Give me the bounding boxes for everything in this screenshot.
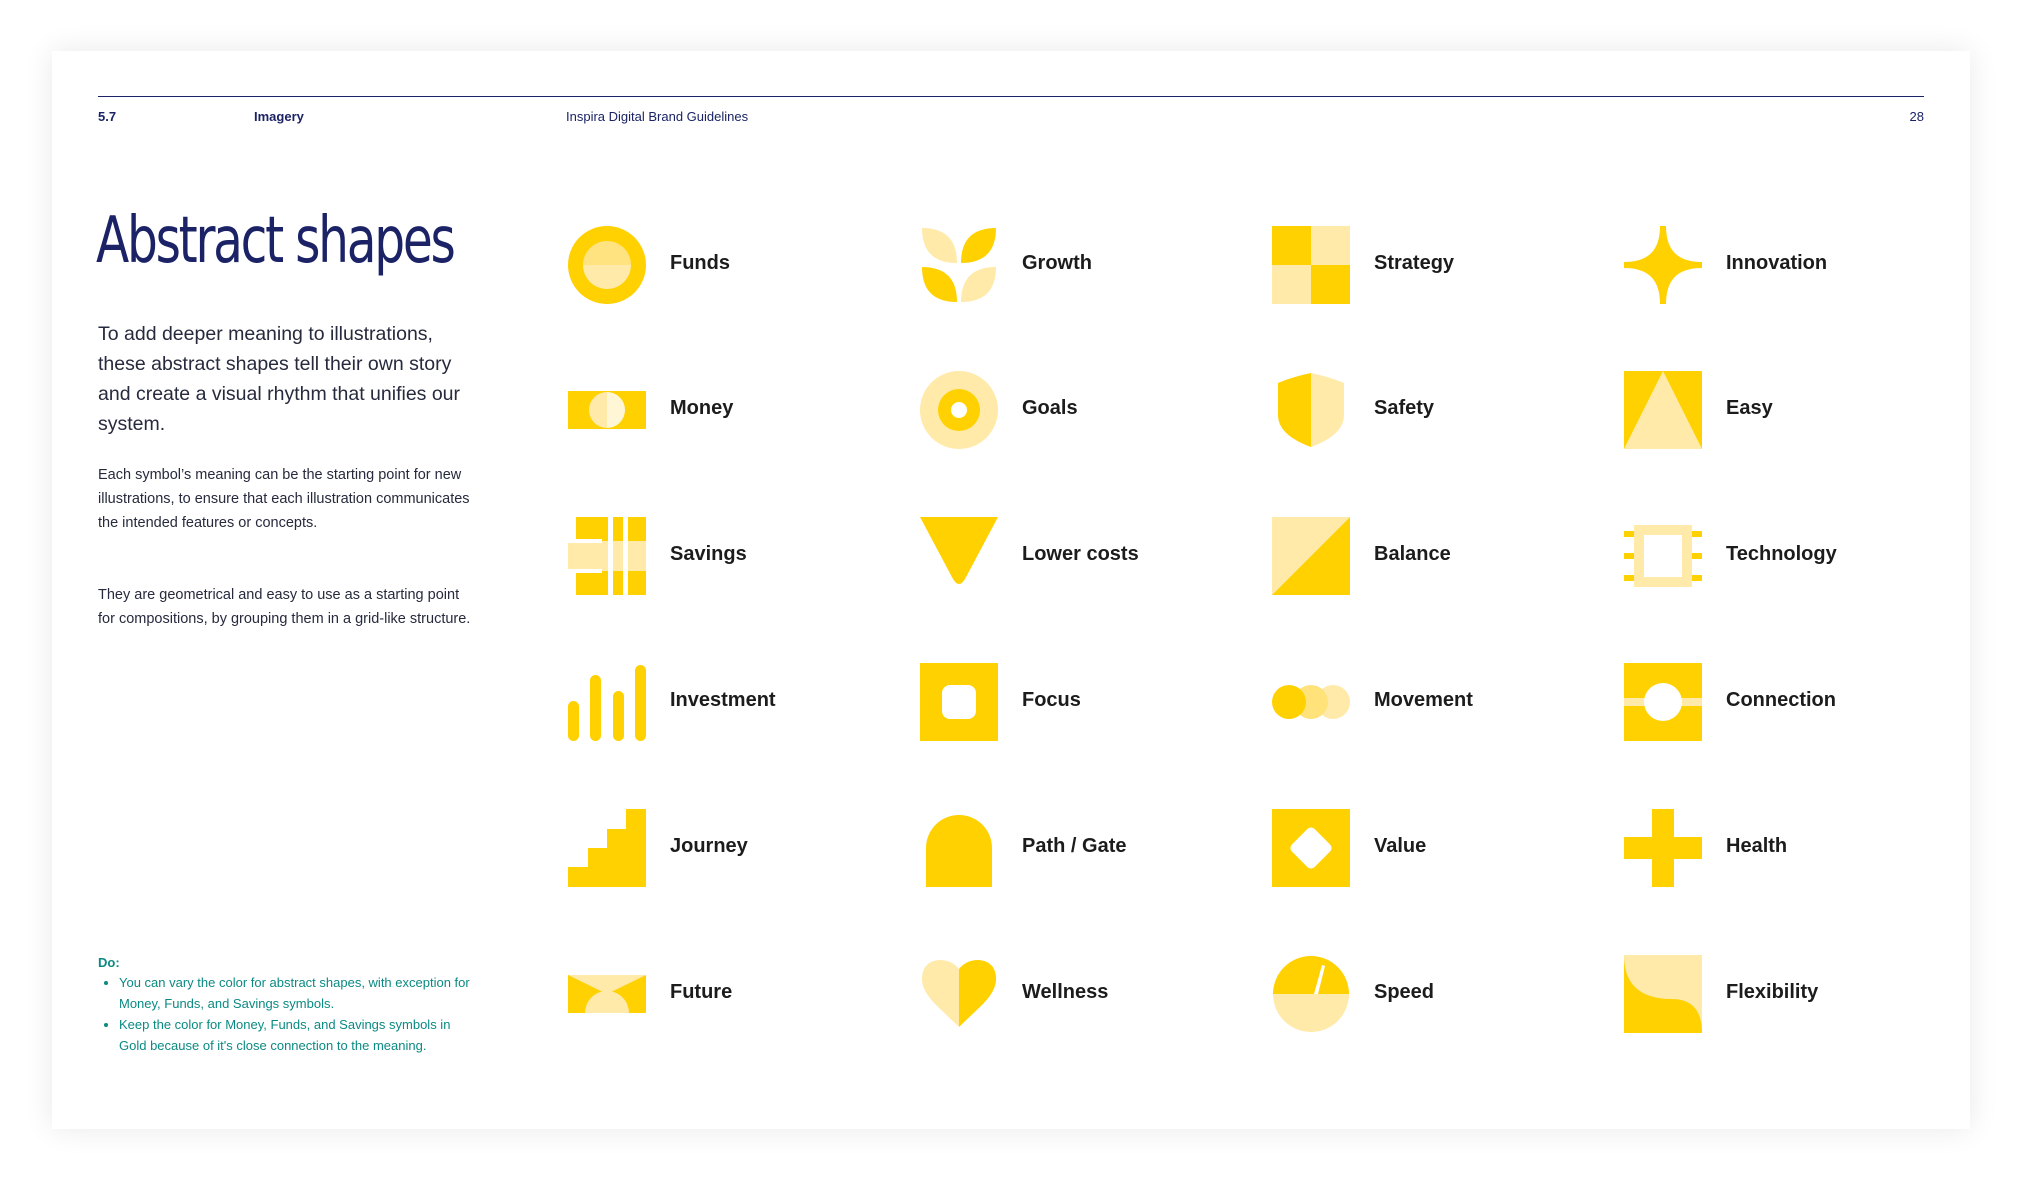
- body-paragraph: They are geometrical and easy to use as …: [98, 587, 471, 627]
- technology-icon: [1624, 525, 1702, 587]
- body-paragraph: Each symbol’s meaning can be the startin…: [98, 467, 470, 531]
- flexibility-icon: [1624, 955, 1702, 1033]
- movement-icon: [1272, 685, 1350, 719]
- shape-label: Health: [1726, 835, 1788, 857]
- money-icon: [568, 391, 646, 429]
- value-icon: [1272, 809, 1350, 887]
- shape-label: Safety: [1374, 397, 1435, 419]
- shape-label: Wellness: [1022, 981, 1109, 1003]
- innovation-icon: [1624, 226, 1702, 304]
- section-number: 5.7: [98, 109, 117, 124]
- shape-label: Strategy: [1374, 252, 1455, 274]
- shape-label: Easy: [1726, 397, 1773, 419]
- savings-icon: [568, 517, 646, 595]
- connection-icon: [1624, 663, 1702, 741]
- journey-icon: [568, 809, 646, 887]
- shape-label: Path / Gate: [1022, 835, 1127, 857]
- future-icon: [568, 975, 646, 1013]
- header-rule: [98, 96, 1924, 97]
- section-name: Imagery: [254, 109, 304, 124]
- do-note: Do: You can vary the color for abstract …: [98, 955, 478, 1056]
- shape-label: Focus: [1022, 689, 1081, 711]
- shape-label: Growth: [1022, 252, 1092, 274]
- page-title: Abstract shapes: [96, 204, 456, 278]
- shape-label: Savings: [670, 543, 747, 565]
- document-title: Inspira Digital Brand Guidelines: [566, 109, 749, 124]
- shape-label: Technology: [1726, 543, 1837, 565]
- easy-icon: [1624, 371, 1702, 449]
- guideline-page: 5.7 Imagery Inspira Digital Brand Guidel…: [52, 51, 1970, 1129]
- funds-icon: [568, 226, 646, 304]
- speed-icon: [1273, 956, 1349, 1032]
- page-number: 28: [1909, 109, 1924, 124]
- wellness-icon: [921, 960, 997, 1027]
- safety-icon: [1278, 373, 1344, 447]
- health-icon: [1624, 809, 1702, 887]
- focus-icon: [920, 663, 998, 741]
- shape-label: Balance: [1374, 543, 1451, 565]
- shape-label: Flexibility: [1726, 981, 1819, 1003]
- shape-label: Connection: [1726, 689, 1836, 711]
- do-note-item: Keep the color for Money, Funds, and Sav…: [119, 1014, 478, 1056]
- do-note-list: You can vary the color for abstract shap…: [98, 972, 478, 1056]
- shape-label: Movement: [1374, 689, 1473, 711]
- shape-label: Funds: [670, 252, 730, 274]
- investment-icon: [568, 665, 646, 741]
- shape-label: Innovation: [1726, 252, 1828, 274]
- shape-label: Future: [670, 981, 733, 1003]
- shape-label: Money: [670, 397, 734, 419]
- shape-label: Goals: [1022, 397, 1078, 419]
- do-note-item: You can vary the color for abstract shap…: [119, 972, 478, 1014]
- shape-label: Speed: [1374, 981, 1435, 1003]
- balance-icon: [1272, 517, 1350, 595]
- goals-icon: [920, 371, 998, 449]
- shape-label: Investment: [670, 689, 776, 711]
- growth-icon: [922, 228, 996, 302]
- shape-label: Lower costs: [1022, 543, 1139, 565]
- lower-costs-icon: [920, 517, 998, 584]
- path-gate-icon: [926, 815, 992, 887]
- do-note-title: Do:: [98, 955, 120, 970]
- lead-paragraph: To add deeper meaning to illustrations, …: [98, 323, 461, 435]
- shape-label: Journey: [670, 835, 748, 857]
- strategy-icon: [1272, 226, 1350, 304]
- shape-label: Value: [1374, 835, 1427, 857]
